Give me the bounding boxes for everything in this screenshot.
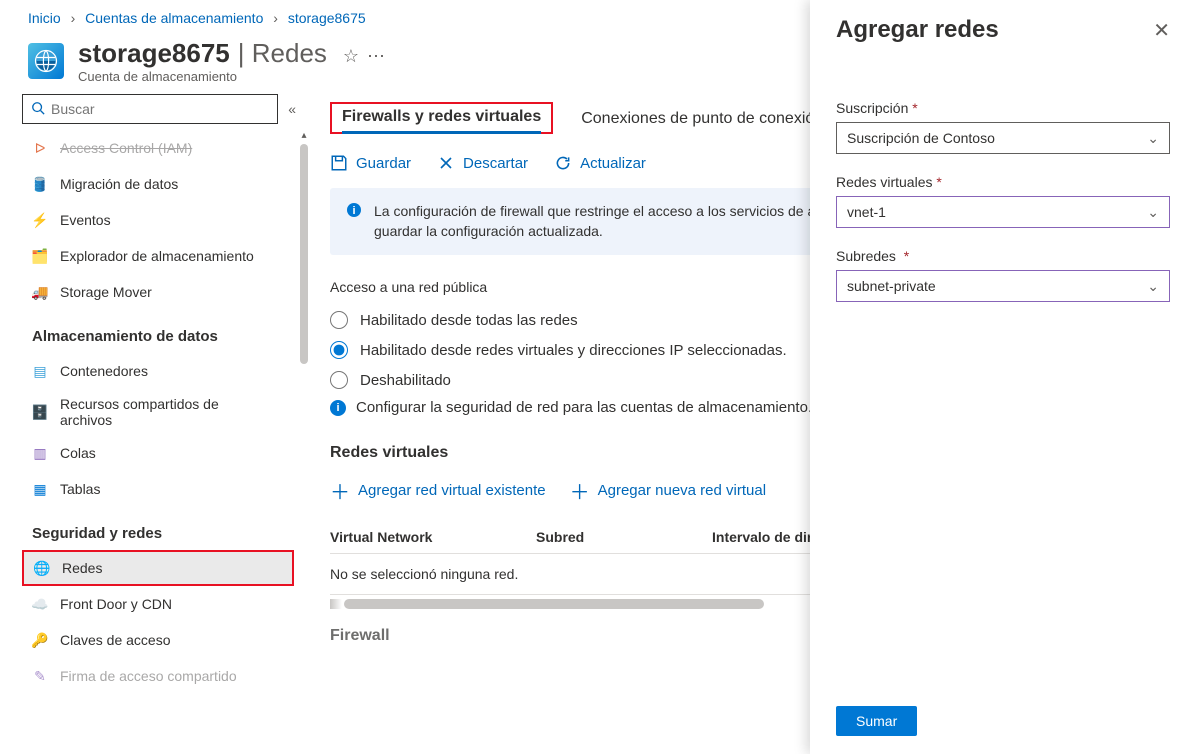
- resource-type: Cuenta de almacenamiento: [78, 69, 385, 84]
- nav-networking[interactable]: 🌐 Redes: [22, 550, 294, 586]
- plus-icon: ＋: [330, 476, 350, 505]
- subnet-value: subnet-private: [847, 278, 936, 294]
- close-panel-button[interactable]: ✕: [1153, 18, 1170, 43]
- search-input-wrap[interactable]: [22, 94, 278, 124]
- chevron-down-icon: ⌄: [1147, 278, 1159, 295]
- chevron-down-icon: ⌄: [1147, 130, 1159, 147]
- add-new-vnet-button[interactable]: ＋ Agregar nueva red virtual: [570, 476, 766, 505]
- key-icon: 🔑: [32, 632, 48, 648]
- sidebar-scrollbar[interactable]: ▴: [297, 130, 311, 734]
- refresh-icon: [554, 154, 572, 172]
- cdn-icon: ☁️: [32, 596, 48, 612]
- page-title-section: | Redes: [238, 38, 327, 69]
- folder-icon: 🗂️: [32, 248, 48, 264]
- subscription-label: Suscripción *: [836, 100, 1170, 116]
- refresh-button[interactable]: Actualizar: [554, 154, 646, 172]
- vnet-label: Redes virtuales *: [836, 174, 1170, 190]
- search-icon: [31, 101, 45, 118]
- nav-group-security: Seguridad y redes: [22, 507, 312, 550]
- nav-access-keys[interactable]: 🔑 Claves de acceso: [22, 622, 294, 658]
- save-button[interactable]: Guardar: [330, 154, 411, 172]
- nav-sas[interactable]: ✎ Firma de acceso compartido: [22, 658, 294, 694]
- subscription-value: Suscripción de Contoso: [847, 130, 995, 146]
- nav-queues[interactable]: ▥ Colas: [22, 435, 294, 471]
- breadcrumb-current[interactable]: storage8675: [288, 10, 366, 26]
- col-virtual-network: Virtual Network: [330, 529, 480, 545]
- subnet-dropdown[interactable]: subnet-private ⌄: [836, 270, 1170, 302]
- queues-icon: ▥: [32, 445, 48, 461]
- migration-icon: 🛢️: [32, 176, 48, 192]
- sidebar: « ᐅ Access Control (IAM) 🛢️ Migración de…: [0, 94, 312, 738]
- files-icon: 🗄️: [32, 404, 48, 420]
- search-input[interactable]: [51, 101, 269, 117]
- vnet-dropdown[interactable]: vnet-1 ⌄: [836, 196, 1170, 228]
- nav-storage-explorer[interactable]: 🗂️ Explorador de almacenamiento: [22, 238, 294, 274]
- plus-icon: ＋: [570, 476, 590, 505]
- nav-group-storage: Almacenamiento de datos: [22, 310, 312, 353]
- breadcrumb-accounts[interactable]: Cuentas de almacenamiento: [85, 10, 263, 26]
- add-networks-panel: Agregar redes ✕ Suscripción * Suscripció…: [810, 0, 1196, 754]
- vnet-value: vnet-1: [847, 204, 886, 220]
- collapse-sidebar-icon[interactable]: «: [288, 101, 296, 117]
- save-icon: [330, 154, 348, 172]
- nav-storage-mover[interactable]: 🚚 Storage Mover: [22, 274, 294, 310]
- favorite-icon[interactable]: ☆: [343, 46, 359, 67]
- close-icon: [437, 154, 455, 172]
- tab-firewalls[interactable]: Firewalls y redes virtuales: [342, 108, 541, 134]
- add-existing-vnet-button[interactable]: ＋ Agregar red virtual existente: [330, 476, 546, 505]
- panel-title: Agregar redes: [836, 16, 999, 44]
- person-icon: ᐅ: [32, 140, 48, 156]
- tables-icon: ▦: [32, 481, 48, 497]
- svg-text:i: i: [352, 205, 355, 217]
- page-title: storage8675: [78, 38, 230, 69]
- storage-account-icon: [28, 43, 64, 79]
- signature-icon: ✎: [32, 668, 48, 684]
- lightning-icon: ⚡: [32, 212, 48, 228]
- info-icon: i: [346, 202, 362, 241]
- add-button[interactable]: Sumar: [836, 706, 917, 736]
- nav-containers[interactable]: ▤ Contenedores: [22, 353, 294, 389]
- breadcrumb-home[interactable]: Inicio: [28, 10, 61, 26]
- subnet-label: Subredes *: [836, 248, 1170, 264]
- col-subnet: Subred: [536, 529, 656, 545]
- nav-access-control[interactable]: ᐅ Access Control (IAM): [22, 130, 294, 166]
- nav-tables[interactable]: ▦ Tablas: [22, 471, 294, 507]
- chevron-down-icon: ⌄: [1147, 204, 1159, 221]
- nav-data-migration[interactable]: 🛢️ Migración de datos: [22, 166, 294, 202]
- nav-file-shares[interactable]: 🗄️ Recursos compartidos de archivos: [22, 389, 294, 435]
- info-icon: i: [330, 400, 346, 416]
- subscription-dropdown[interactable]: Suscripción de Contoso ⌄: [836, 122, 1170, 154]
- containers-icon: ▤: [32, 363, 48, 379]
- network-icon: 🌐: [34, 560, 50, 576]
- more-icon[interactable]: ⋯: [367, 46, 385, 67]
- nav-events[interactable]: ⚡ Eventos: [22, 202, 294, 238]
- mover-icon: 🚚: [32, 284, 48, 300]
- discard-button[interactable]: Descartar: [437, 154, 528, 172]
- nav-front-door[interactable]: ☁️ Front Door y CDN: [22, 586, 294, 622]
